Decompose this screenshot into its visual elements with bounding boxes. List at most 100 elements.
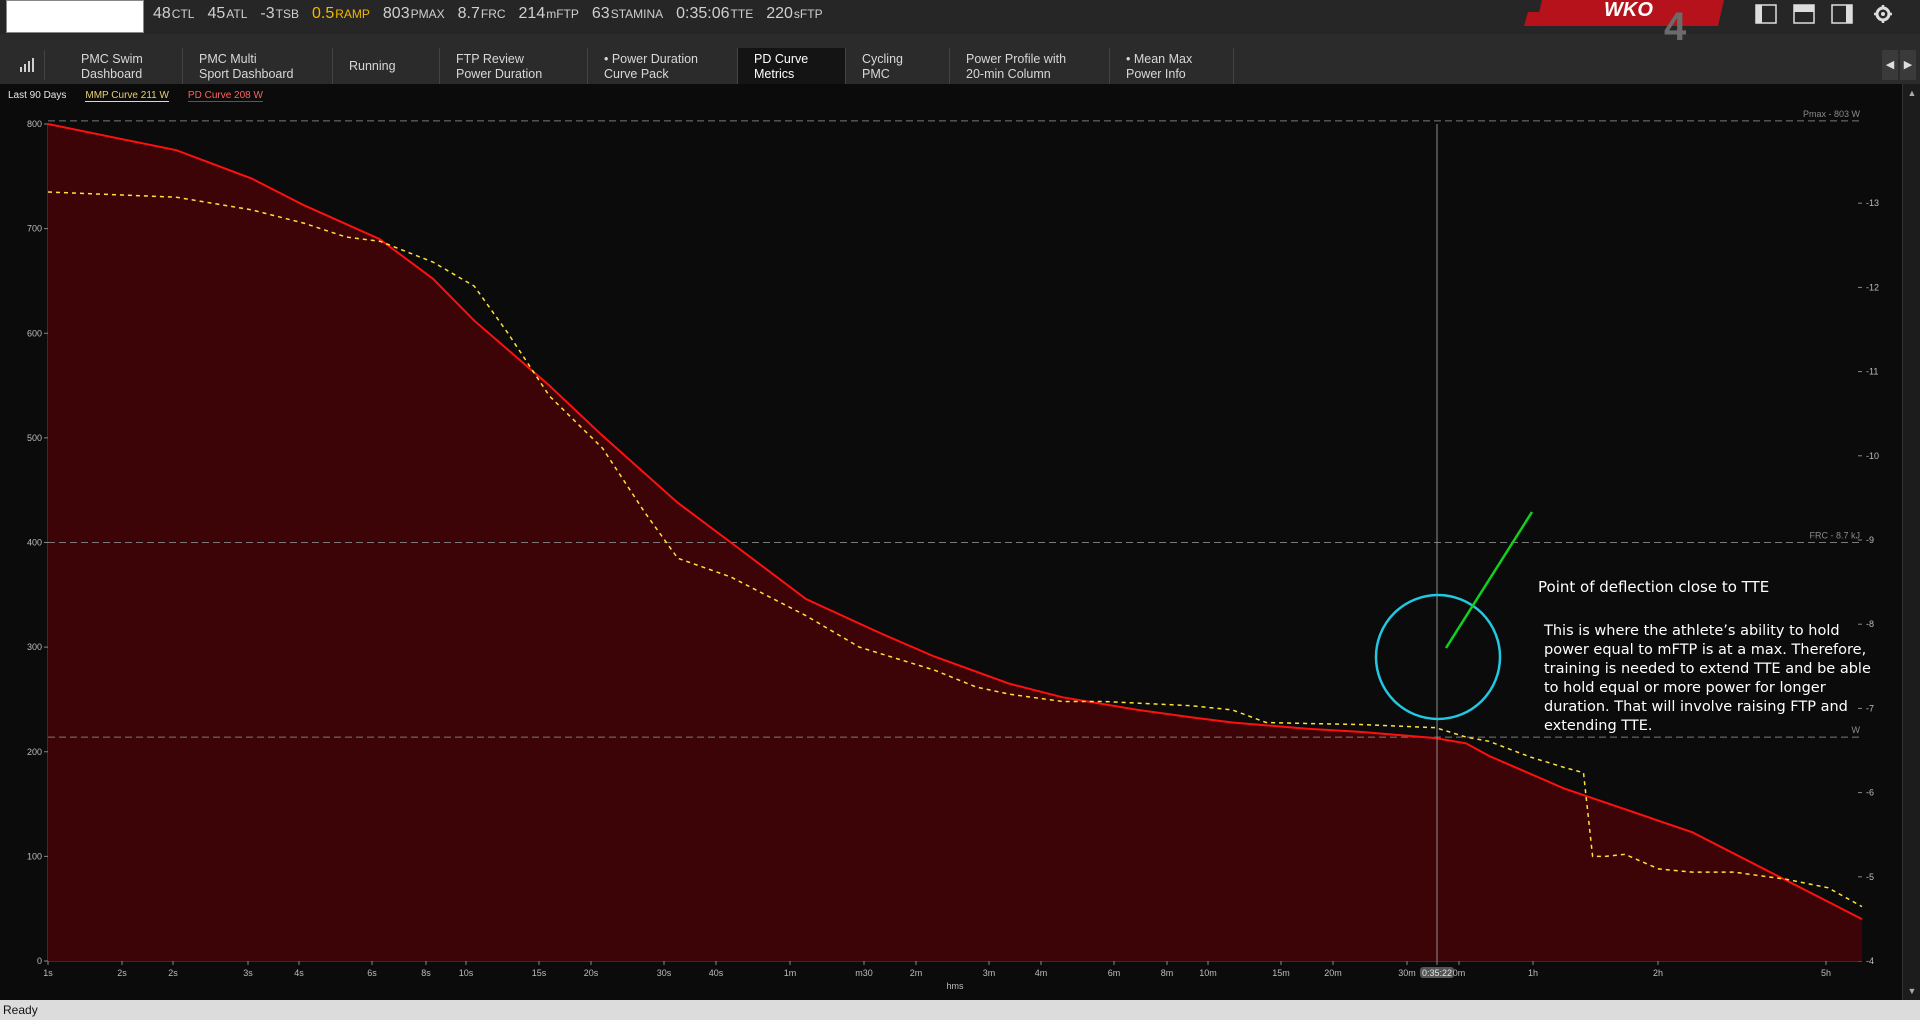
metric-tte[interactable]: 0:35:06TTE <box>676 5 753 23</box>
y-tick-label: 700 <box>27 224 42 234</box>
metric-value: 63 <box>591 5 610 22</box>
x-tick-label: 8s <box>421 968 431 978</box>
x-tick-label: 1m <box>784 968 797 978</box>
metric-ramp[interactable]: 0.5RAMP <box>312 5 370 23</box>
x-tick-label: 40s <box>709 968 724 978</box>
pd-curve-chart[interactable]: 0 100 200 300 400 500 600 700 800 -4 -5 -6 -7 -8 -9 -10… <box>0 84 1902 1000</box>
x-tick-label: 2s <box>168 968 178 978</box>
y-tick-label: 0 <box>37 956 42 966</box>
metric-value: 48 <box>153 5 171 22</box>
x-tick-label: 3s <box>243 968 253 978</box>
x-tick-label: 4s <box>294 968 304 978</box>
tab-label-line1: FTP Review <box>456 52 524 66</box>
chart-legend: Last 90 Days MMP Curve 211 W PD Curve 20… <box>8 90 282 102</box>
tab-label-line1: • Power Duration <box>604 52 699 66</box>
y-tick-label: 600 <box>27 328 42 338</box>
tab-label-line1: PD Curve <box>754 52 809 66</box>
x-tick-label: 10s <box>459 968 474 978</box>
metric-value: 214 <box>518 5 546 22</box>
y-tick-label: 400 <box>27 538 42 548</box>
layout-split-icon[interactable] <box>1793 4 1815 24</box>
tab-label-line2: Dashboard <box>81 67 143 81</box>
vertical-scrollbar[interactable]: ▲ ▼ <box>1902 84 1920 1000</box>
metric-unit: TSB <box>275 7 299 21</box>
tab-label-line1: • Mean Max <box>1126 52 1193 66</box>
tab-mean-max-power-info[interactable]: • Mean Max Power Info <box>1110 48 1234 84</box>
settings-gear-icon[interactable] <box>1873 4 1895 24</box>
chart-bars-icon[interactable] <box>6 50 45 80</box>
metric-ctl[interactable]: 48CTL <box>153 5 194 23</box>
metric-value: 220 <box>766 5 793 22</box>
y-right-tick-label: -6 <box>1866 788 1874 798</box>
y-right-tick-label: -12 <box>1866 282 1879 292</box>
annotation-title: Point of deflection close to TTE <box>1538 578 1770 596</box>
metric-value: 45 <box>207 5 226 22</box>
x-tick-label: 20s <box>584 968 599 978</box>
highlight-circle <box>1374 593 1502 721</box>
tab-power-duration-curve-pack[interactable]: • Power Duration Curve Pack <box>588 48 738 84</box>
top-metrics-bar: 48CTL 45ATL -3TSB 0.5RAMP 803PMAX 8.7FRC 214mF… <box>0 0 1920 40</box>
y-tick-label: 300 <box>27 642 42 652</box>
scroll-up-arrow[interactable]: ▲ <box>1903 88 1920 98</box>
x-tick-label: 3m <box>983 968 996 978</box>
tab-label-line2: Power Duration <box>456 67 543 81</box>
logo-text: WKO <box>1604 0 1653 21</box>
chart-svg[interactable]: 0100200300400500600700800-4-5-6-7-8-9-10… <box>0 84 1902 1000</box>
metric-atl[interactable]: 45ATL <box>207 5 247 23</box>
tab-cycling-pmc[interactable]: Cycling PMC <box>846 48 950 84</box>
tab-power-profile-with-20-min-column[interactable]: Power Profile with 20-min Column <box>950 48 1110 84</box>
annotation-body: This is where the athlete’s ability to h… <box>1544 623 1871 734</box>
y-tick-label: 800 <box>27 119 42 129</box>
metric-value: 803 <box>382 5 410 22</box>
metric-sftp[interactable]: 220sFTP <box>766 5 822 23</box>
y-right-tick-label: -10 <box>1866 451 1879 461</box>
athlete-search-box[interactable] <box>6 0 144 33</box>
y-right-tick-label: -9 <box>1866 535 1874 545</box>
metric-value: 0:35:06 <box>676 5 730 22</box>
x-tick-label: m30 <box>855 968 873 978</box>
x-tick-label: 15s <box>532 968 547 978</box>
logo-number: 4 <box>1664 5 1687 40</box>
legend-mmp-curve[interactable]: MMP Curve 211 W <box>85 90 169 102</box>
x-tick-label: 2m <box>910 968 923 978</box>
tab-pmc-swim-dashboard[interactable]: PMC Swim Dashboard <box>65 48 183 84</box>
tab-label-line1: PMC Multi <box>199 52 257 66</box>
metric-tsb[interactable]: -3TSB <box>260 5 299 23</box>
metric-unit: ATL <box>226 7 248 21</box>
metric-stamina[interactable]: 63STAMINA <box>592 5 663 23</box>
tab-label-line1: Power Profile with <box>966 52 1067 66</box>
reference-line-label: Pmax - 803 W <box>1803 109 1861 119</box>
tab-scroll-left-button[interactable]: ◀ <box>1882 50 1898 80</box>
x-tick-label: 30s <box>657 968 672 978</box>
metric-value: -3 <box>260 5 275 22</box>
tab-label-line2: Metrics <box>754 67 795 81</box>
x-axis-label: hms <box>946 981 964 991</box>
tab-pmc-multi-sport-dashboard[interactable]: PMC Multi Sport Dashboard <box>183 48 333 84</box>
tab-ftp-review-power-duration[interactable]: FTP Review Power Duration <box>440 48 588 84</box>
x-tick-label: 8m <box>1161 968 1174 978</box>
x-tick-label: 30m <box>1398 968 1416 978</box>
tab-label-line1: PMC Swim <box>81 52 143 66</box>
metric-frc[interactable]: 8.7FRC <box>458 5 506 23</box>
tab-scroll-right-button[interactable]: ▶ <box>1900 50 1916 80</box>
metric-mftp[interactable]: 214mFTP <box>519 5 579 23</box>
tab-bar: PMC Swim Dashboard PMC Multi Sport Dashboar… <box>0 46 1920 84</box>
metric-pmax[interactable]: 803PMAX <box>383 5 445 23</box>
layout-left-panel-icon[interactable] <box>1755 4 1777 24</box>
scroll-down-arrow[interactable]: ▼ <box>1903 986 1920 996</box>
x-tick-label: 10m <box>1199 968 1217 978</box>
legend-pd-curve[interactable]: PD Curve 208 W <box>187 90 263 102</box>
reference-line-label: FRC - 8.7 kJ <box>1809 531 1860 541</box>
y-right-tick-label: -5 <box>1866 872 1874 882</box>
x-tick-label: 0m <box>1453 968 1466 978</box>
x-tick-label: 5h <box>1821 968 1831 978</box>
layout-right-panel-icon[interactable] <box>1831 4 1853 24</box>
tab-running[interactable]: Running <box>333 48 440 84</box>
y-tick-label: 500 <box>27 433 42 443</box>
tab-pd-curve-metrics[interactable]: PD Curve Metrics <box>738 48 846 84</box>
metric-unit: sFTP <box>793 7 823 21</box>
y-tick-label: 200 <box>27 747 42 757</box>
x-tick-label: 20m <box>1324 968 1342 978</box>
wko4-logo: 4 WKO <box>1524 0 1724 40</box>
y-tick-label: 100 <box>27 851 42 861</box>
